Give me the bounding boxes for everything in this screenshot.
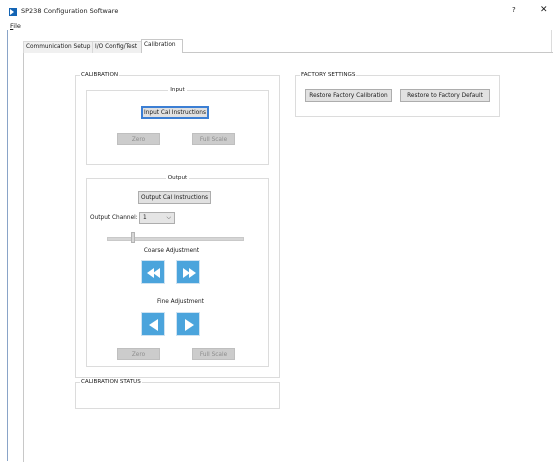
title-bar: SP238 Configuration Software ? ✕ (0, 0, 553, 22)
menu-file[interactable]: File (10, 22, 21, 30)
chevron-down-icon: ⌵ (166, 214, 171, 221)
output-group-title: Output (87, 175, 268, 182)
help-button[interactable]: ? (512, 6, 516, 14)
coarse-adjustment-label: Coarse Adjustment (143, 248, 200, 254)
calibration-status-title: CALIBRATION STATUS (80, 379, 142, 386)
output-channel-label: Output Channel: (90, 215, 138, 221)
fine-adjustment-label: Fine Adjustment (157, 299, 204, 305)
tab-communication-setup[interactable]: Communication Setup (23, 41, 94, 53)
output-channel-select[interactable]: 1 ⌵ (139, 212, 175, 224)
calibration-group-title: CALIBRATION (80, 72, 120, 79)
output-channel-value: 1 (143, 215, 147, 221)
input-group-title-text: Input (168, 87, 187, 93)
output-cal-instructions-button[interactable]: Output Cal Instructions (138, 191, 211, 204)
fast-rewind-icon (147, 268, 160, 278)
play-right-icon (185, 319, 194, 331)
restore-factory-default-button[interactable]: Restore to Factory Default (400, 89, 490, 102)
input-group-title: Input (87, 87, 268, 94)
play-left-icon (149, 319, 158, 331)
fine-increase-button[interactable] (176, 312, 200, 336)
output-full-scale-button[interactable]: Full Scale (192, 348, 235, 360)
window-frame-left (7, 30, 8, 461)
fast-forward-icon (183, 268, 196, 278)
close-icon[interactable]: ✕ (540, 5, 548, 15)
tab-calibration[interactable]: Calibration (141, 39, 183, 53)
app-logo-icon (9, 8, 17, 16)
window-title: SP238 Configuration Software (21, 7, 119, 15)
output-slider-thumb[interactable] (131, 232, 135, 243)
fine-decrease-button[interactable] (141, 312, 165, 336)
output-group-title-text: Output (165, 175, 190, 181)
output-slider-track[interactable] (107, 237, 244, 241)
tab-io-config-test[interactable]: I/O Config/Test (92, 41, 144, 53)
factory-settings-title: FACTORY SETTINGS (300, 72, 357, 79)
calibration-status-group: CALIBRATION STATUS (75, 379, 280, 409)
menu-file-label: ile (13, 22, 21, 30)
coarse-decrease-button[interactable] (141, 260, 165, 284)
input-cal-instructions-button[interactable]: Input Cal Instructions (141, 106, 209, 119)
input-zero-button[interactable]: Zero (117, 133, 160, 145)
coarse-increase-button[interactable] (176, 260, 200, 284)
input-group: Input (86, 87, 269, 165)
output-zero-button[interactable]: Zero (117, 348, 160, 360)
restore-factory-calibration-button[interactable]: Restore Factory Calibration (305, 89, 392, 102)
input-full-scale-button[interactable]: Full Scale (192, 133, 235, 145)
